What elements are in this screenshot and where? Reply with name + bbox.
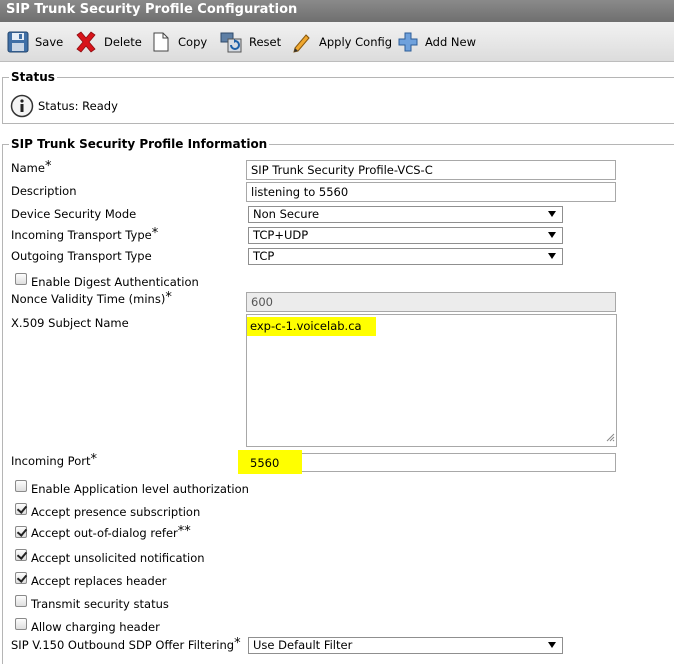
copy-button[interactable]: Copy [150,30,207,54]
plus-icon [397,31,419,53]
save-label: Save [35,35,64,49]
info-icon [10,94,34,121]
name-label: Name* [11,159,52,176]
required-mark: * [90,452,97,467]
sip-v150-label: SIP V.150 Outbound SDP Offer Filtering* [11,636,241,653]
outgoing-transport-label: Outgoing Transport Type [11,249,152,263]
save-button[interactable]: Save [7,30,63,54]
profile-info-legend: SIP Trunk Security Profile Information [11,137,268,151]
checkbox-transmit-security-status[interactable] [15,595,27,607]
description-input[interactable] [246,182,616,202]
checkbox-unsolicited-notification[interactable] [15,549,27,561]
label-out-of-dialog-refer: Accept out-of-dialog refer** [31,524,191,541]
checkbox-replaces-header[interactable] [15,572,27,584]
device-security-mode-label: Device Security Mode [11,207,137,221]
name-input[interactable] [246,160,616,180]
status-legend: Status [11,70,55,84]
delete-button[interactable]: Delete [74,30,142,54]
chevron-down-icon [548,211,556,217]
add-new-label: Add New [425,35,477,49]
incoming-port-label: Incoming Port* [11,452,97,469]
outgoing-transport-value: TCP [253,249,275,263]
enable-digest-label: Enable Digest Authentication [31,275,199,289]
incoming-port-input[interactable]: 5560 [238,450,616,474]
required-mark: * [234,636,241,651]
required-mark: * [165,290,172,305]
chevron-down-icon [548,642,556,648]
device-security-mode-select[interactable]: Non Secure [248,206,563,223]
add-new-button[interactable]: Add New [397,30,476,54]
reset-label: Reset [249,35,282,49]
label-allow-charging-header: Allow charging header [31,620,160,634]
label-out-of-dialog-refer-text: Accept out-of-dialog refer [31,526,178,540]
checkbox-app-level-auth[interactable] [15,480,27,492]
sip-v150-value: Use Default Filter [253,638,353,652]
incoming-transport-label-text: Incoming Transport Type [11,228,152,242]
incoming-transport-select[interactable]: TCP+UDP [248,227,563,244]
description-label: Description [11,184,77,198]
label-app-level-auth: Enable Application level authorization [31,482,249,496]
page-title: SIP Trunk Security Profile Configuration [0,0,674,22]
required-mark: * [151,226,159,241]
reset-icon [219,30,243,54]
double-required-mark: ** [177,524,191,539]
chevron-down-icon [548,232,556,238]
incoming-transport-value: TCP+UDP [253,228,309,242]
checkbox-allow-charging-header[interactable] [15,618,27,630]
enable-digest-checkbox[interactable] [15,273,27,285]
incoming-port-label-text: Incoming Port [11,454,91,468]
device-security-mode-value: Non Secure [253,207,320,221]
nonce-validity-label: Nonce Validity Time (mins)* [11,290,172,307]
label-presence-subscription: Accept presence subscription [31,505,201,519]
x509-subject-label: X.509 Subject Name [11,316,129,330]
incoming-port-value: 5560 [250,456,280,470]
resize-handle-icon[interactable] [606,431,615,445]
apply-config-button[interactable]: Apply Config [291,30,392,54]
label-unsolicited-notification: Accept unsolicited notification [31,551,205,565]
delete-icon [74,30,98,54]
status-text: Status: Ready [38,99,118,113]
sip-v150-label-text: SIP V.150 Outbound SDP Offer Filtering [11,638,235,652]
apply-config-label: Apply Config [319,35,393,49]
sip-v150-select[interactable]: Use Default Filter [248,637,563,654]
required-mark: * [44,159,52,174]
copy-label: Copy [178,35,208,49]
chevron-down-icon [548,253,556,259]
incoming-transport-label: Incoming Transport Type* [11,226,159,243]
label-replaces-header: Accept replaces header [31,574,167,588]
checkbox-presence-subscription[interactable] [15,503,27,515]
checkbox-out-of-dialog-refer[interactable] [15,526,27,538]
status-section: Status [2,70,674,124]
label-transmit-security-status: Transmit security status [31,597,169,611]
name-label-text: Name [11,161,45,175]
nonce-validity-input[interactable] [246,292,616,312]
copy-icon [150,31,172,53]
nonce-validity-label-text: Nonce Validity Time (mins) [11,292,166,306]
x509-subject-value: exp-c-1.voicelab.ca [247,317,376,336]
x509-subject-textarea[interactable]: exp-c-1.voicelab.ca [246,314,617,447]
reset-button[interactable]: Reset [219,30,281,54]
delete-label: Delete [104,35,142,49]
outgoing-transport-select[interactable]: TCP [248,248,563,265]
save-icon [7,31,29,53]
toolbar: Save Delete Copy Reset Apply Config Add … [0,22,674,62]
pencil-icon [291,31,313,53]
